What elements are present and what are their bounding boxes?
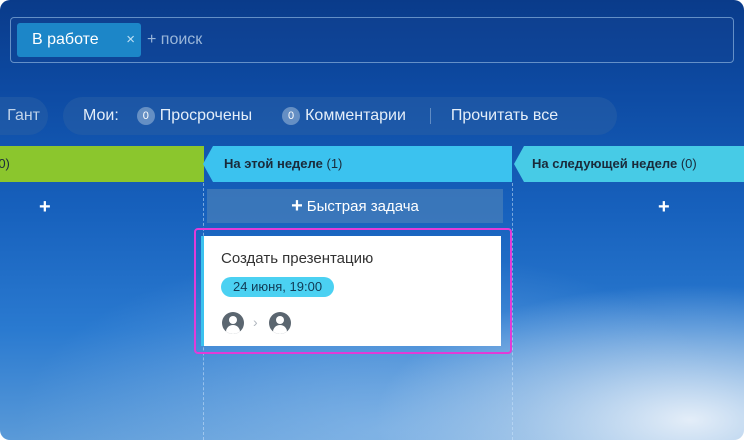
counters-divider xyxy=(429,108,431,124)
quick-task-button[interactable]: + Быстрая задача xyxy=(207,189,503,223)
overdue-counter[interactable]: 0 Просрочены xyxy=(136,107,253,125)
gant-view-label: Гант xyxy=(7,107,40,124)
comments-counter[interactable]: 0 Комментарии xyxy=(282,107,406,125)
comments-badge: 0 xyxy=(282,107,301,125)
search-input[interactable] xyxy=(147,23,707,57)
column-header-previous: (0) xyxy=(0,146,204,182)
close-icon[interactable]: × xyxy=(126,31,135,48)
creator-avatar-icon[interactable] xyxy=(222,312,244,334)
filter-chip-label: В работе xyxy=(32,31,99,48)
add-task-next-week-button[interactable]: + xyxy=(658,196,670,219)
task-title[interactable]: Создать презентацию xyxy=(221,250,373,267)
gant-view-button[interactable]: Гант xyxy=(0,97,48,135)
chevron-right-icon: › xyxy=(253,314,258,330)
kanban-board: В работе × Гант Мои: 0 Просрочены 0 Комм… xyxy=(0,0,744,440)
comments-label: Комментарии xyxy=(305,107,406,124)
read-all-button[interactable]: Прочитать все xyxy=(451,107,558,125)
column-count-this-week: (1) xyxy=(326,156,343,171)
deadline-badge[interactable]: 24 июня, 19:00 xyxy=(221,277,335,297)
responsible-avatar-icon[interactable] xyxy=(269,312,291,334)
plus-icon: + xyxy=(291,194,303,217)
filter-search-bar[interactable]: В работе × xyxy=(10,17,734,63)
column-count-next-week: (0) xyxy=(680,156,697,171)
column-title-this-week: На этой неделе xyxy=(224,156,323,171)
column-count-previous: (0) xyxy=(0,156,10,171)
overdue-badge: 0 xyxy=(136,107,155,125)
filter-chip[interactable]: В работе × xyxy=(17,23,141,57)
add-task-previous-button[interactable]: + xyxy=(39,196,51,219)
column-header-next-week: На следующей неделе (0) xyxy=(514,146,744,182)
mine-label: Мои: xyxy=(83,107,119,124)
counters-bar: Мои: 0 Просрочены 0 Комментарии Прочитат… xyxy=(63,97,617,135)
column-divider xyxy=(512,183,513,440)
task-card[interactable]: Создать презентацию 24 июня, 19:00 › xyxy=(201,236,501,346)
column-title-next-week: На следующей неделе xyxy=(532,156,678,171)
overdue-label: Просрочены xyxy=(159,107,253,124)
quick-task-label: Быстрая задача xyxy=(306,197,419,215)
column-header-this-week: На этой неделе (1) xyxy=(203,146,512,182)
